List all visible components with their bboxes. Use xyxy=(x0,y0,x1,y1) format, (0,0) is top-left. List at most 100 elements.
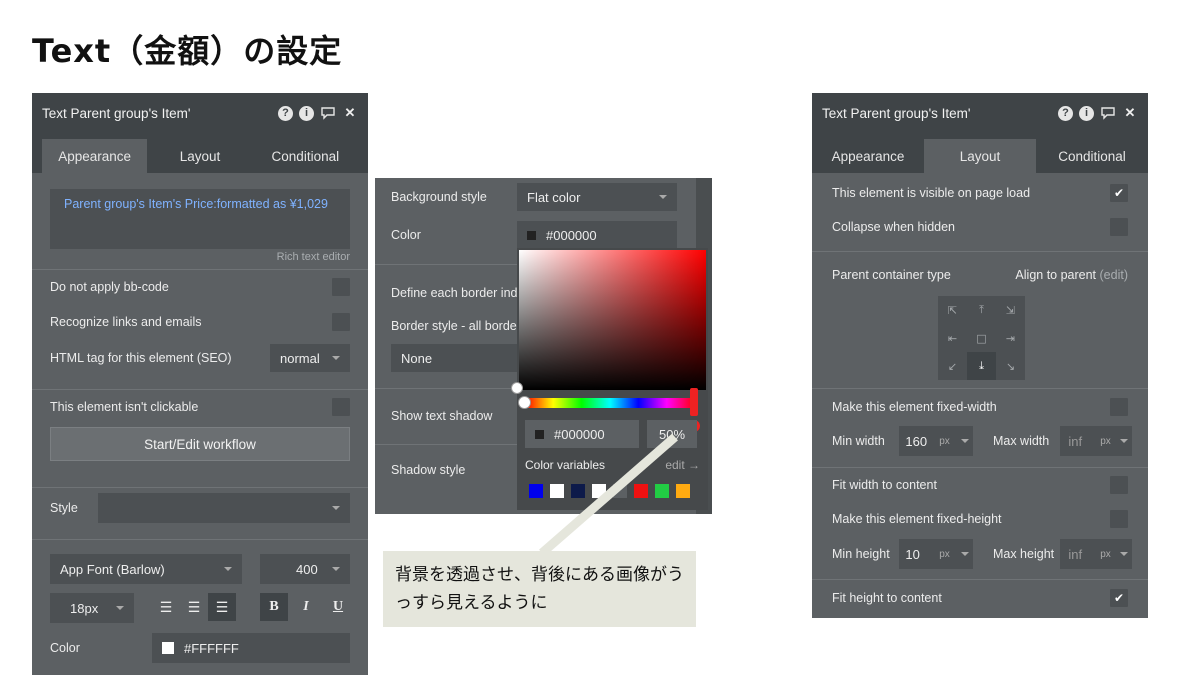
font-size-select[interactable]: 18px xyxy=(50,593,134,623)
start-edit-workflow-button[interactable]: Start/Edit workflow xyxy=(50,427,350,461)
tab-layout[interactable]: Layout xyxy=(924,139,1036,173)
font-color-input[interactable]: #FFFFFF xyxy=(152,633,350,663)
border-style-label: Border style - all border xyxy=(391,319,521,333)
chevron-down-icon xyxy=(960,439,969,443)
max-height-value: inf xyxy=(1068,546,1083,562)
divider xyxy=(32,539,368,540)
align-center-icon[interactable]: ☰ xyxy=(180,593,208,621)
opacity-marker xyxy=(690,388,698,416)
recognize-links-label: Recognize links and emails xyxy=(50,315,202,329)
align-bottom-right-icon[interactable]: ↘ xyxy=(996,352,1025,380)
align-right-icon[interactable]: ☰ xyxy=(208,593,236,621)
no-bbcode-checkbox[interactable] xyxy=(332,277,350,296)
recognize-links-checkbox[interactable] xyxy=(332,313,350,331)
callout-pointer xyxy=(539,433,678,557)
align-left-icon[interactable]: ☰ xyxy=(152,593,180,621)
font-color-value: #FFFFFF xyxy=(184,640,239,656)
bg-color-input[interactable]: #000000 xyxy=(517,221,677,249)
underline-button[interactable]: U xyxy=(324,593,352,621)
chevron-down-icon xyxy=(1119,439,1128,443)
no-bbcode-row: Do not apply bb-code xyxy=(32,269,368,303)
not-clickable-checkbox[interactable] xyxy=(332,397,350,416)
hue-handle[interactable] xyxy=(518,396,531,409)
html-tag-value: normal xyxy=(280,350,320,366)
bg-style-select[interactable]: Flat color xyxy=(517,183,677,211)
max-height-label: Max height xyxy=(992,547,1055,561)
chevron-down-icon xyxy=(332,505,340,510)
panel-header: Text Parent group's Item' ? i ✕ xyxy=(812,93,1148,133)
border-style-select[interactable]: None xyxy=(391,344,521,372)
font-family-select[interactable]: App Font (Barlow) xyxy=(50,554,242,584)
chevron-down-icon xyxy=(332,567,340,571)
visible-checkbox-checked[interactable]: ✔ xyxy=(1110,184,1128,202)
collapse-checkbox[interactable] xyxy=(1110,218,1128,236)
tab-conditional[interactable]: Conditional xyxy=(253,139,358,173)
align-top-right-icon[interactable]: ⇲ xyxy=(996,296,1025,324)
align-top-left-icon[interactable]: ⇱ xyxy=(938,296,967,324)
fixed-width-checkbox[interactable] xyxy=(1110,398,1128,416)
fixed-height-row: Make this element fixed-height xyxy=(812,504,1148,534)
panel-header: Text Parent group's Item' ? i ✕ xyxy=(32,93,368,133)
align-center-icon[interactable]: □ xyxy=(967,324,996,352)
min-width-value: 160 xyxy=(905,433,928,449)
comment-icon[interactable] xyxy=(320,105,336,121)
max-height-unit[interactable]: px xyxy=(1096,539,1132,569)
color-swatch xyxy=(162,642,174,654)
info-icon[interactable]: i xyxy=(299,105,314,121)
align-middle-left-icon[interactable]: ⇤ xyxy=(938,324,967,352)
fit-height-checkbox-checked[interactable]: ✔ xyxy=(1110,589,1128,607)
parent-type-edit-link[interactable]: (edit) xyxy=(1100,268,1128,282)
tab-conditional[interactable]: Conditional xyxy=(1036,139,1148,173)
align-top-center-icon[interactable]: ⤒ xyxy=(967,296,996,324)
recognize-links-row: Recognize links and emails xyxy=(32,305,368,339)
hue-slider[interactable] xyxy=(525,398,695,408)
tab-appearance[interactable]: Appearance xyxy=(812,139,924,173)
tab-bar: Appearance Layout Conditional xyxy=(32,133,368,173)
chevron-down-icon xyxy=(116,606,124,610)
fixed-height-checkbox[interactable] xyxy=(1110,510,1128,528)
info-icon[interactable]: i xyxy=(1079,105,1094,121)
align-bottom-center-icon[interactable]: ⤓ xyxy=(967,352,996,380)
max-width-unit[interactable]: px xyxy=(1096,426,1132,456)
style-select[interactable] xyxy=(98,492,350,523)
visible-label: This element is visible on page load xyxy=(832,186,1031,200)
width-row: Min width 160 px Max width inf px xyxy=(832,426,1132,456)
close-icon[interactable]: ✕ xyxy=(342,105,358,121)
align-bottom-left-icon[interactable]: ↙ xyxy=(938,352,967,380)
bold-button[interactable]: B xyxy=(260,593,288,621)
comment-icon[interactable] xyxy=(1100,105,1116,121)
html-tag-select[interactable]: normal xyxy=(270,344,350,372)
close-icon[interactable]: ✕ xyxy=(1122,105,1138,121)
dynamic-expression[interactable]: Parent group's Item's Price:formatted as… xyxy=(64,197,328,211)
help-icon[interactable]: ? xyxy=(278,105,293,121)
text-format-group: B I U xyxy=(260,593,352,621)
min-width-input[interactable]: 160 xyxy=(899,426,936,456)
text-shadow-label: Show text shadow xyxy=(391,409,493,423)
chevron-down-icon xyxy=(960,552,969,556)
fit-width-checkbox[interactable] xyxy=(1110,476,1128,494)
html-tag-row: HTML tag for this element (SEO) normal xyxy=(32,341,368,375)
saturation-handle[interactable] xyxy=(511,382,523,394)
help-icon[interactable]: ? xyxy=(1058,105,1073,121)
style-row: Style xyxy=(32,487,368,527)
border-each-label: Define each border ind xyxy=(391,286,518,300)
min-height-input[interactable]: 10 xyxy=(899,539,936,569)
tab-layout[interactable]: Layout xyxy=(147,139,252,173)
left-property-panel: Text Parent group's Item' ? i ✕ Appearan… xyxy=(32,93,368,675)
min-height-unit[interactable]: px xyxy=(935,539,973,569)
saturation-area[interactable] xyxy=(519,250,706,390)
not-clickable-row: This element isn't clickable xyxy=(32,389,368,423)
alignment-grid: ⇱ ⤒ ⇲ ⇤ □ ⇥ ↙ ⤓ ↘ xyxy=(938,296,1025,380)
bg-color-label: Color xyxy=(391,228,421,242)
rich-text-editor-link[interactable]: Rich text editor xyxy=(277,251,350,263)
align-middle-right-icon[interactable]: ⇥ xyxy=(996,324,1025,352)
divider xyxy=(812,251,1148,252)
max-width-input[interactable]: inf xyxy=(1060,426,1097,456)
collapse-row: Collapse when hidden xyxy=(812,211,1148,243)
text-expression-box[interactable]: Parent group's Item's Price:formatted as… xyxy=(50,189,350,249)
max-height-input[interactable]: inf xyxy=(1060,539,1097,569)
italic-button[interactable]: I xyxy=(292,593,320,621)
font-weight-select[interactable]: 400 xyxy=(260,554,350,584)
min-width-unit[interactable]: px xyxy=(935,426,973,456)
tab-appearance[interactable]: Appearance xyxy=(42,139,148,173)
